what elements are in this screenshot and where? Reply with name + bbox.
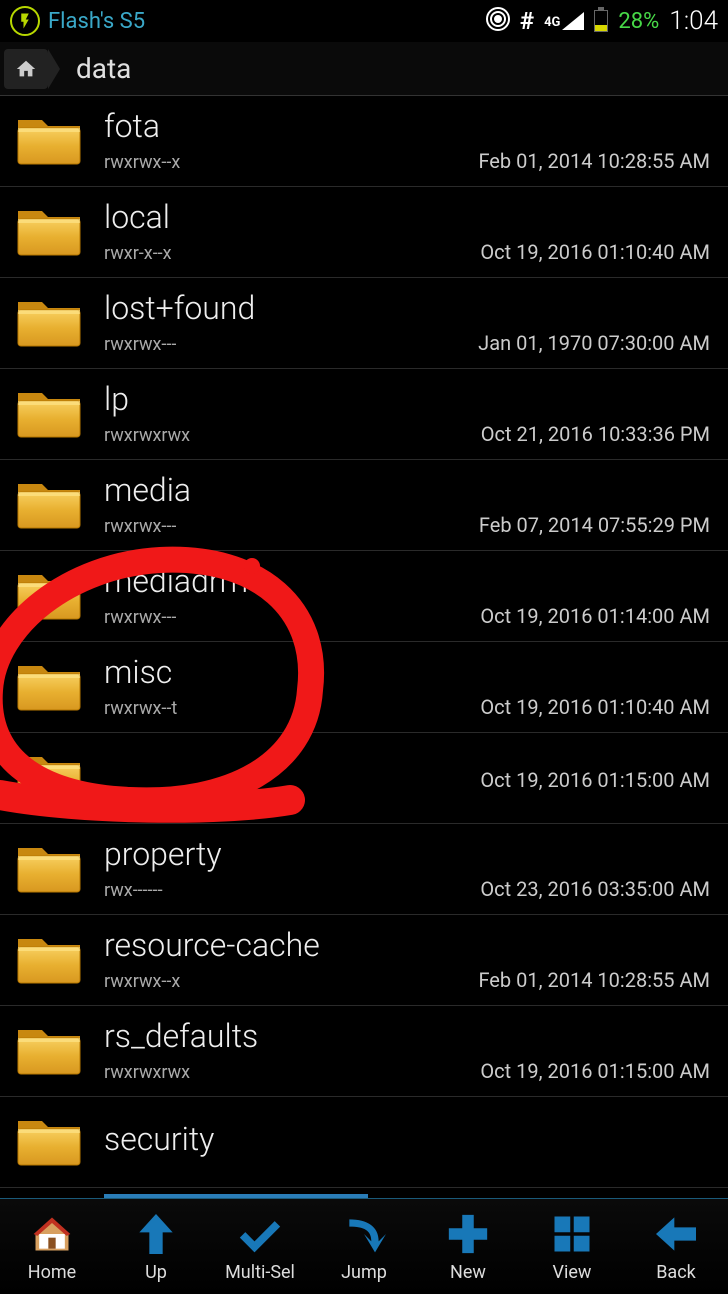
multisel-button[interactable]: Multi-Sel <box>208 1199 312 1294</box>
breadcrumb-home[interactable] <box>4 49 48 89</box>
file-name: local <box>104 200 710 235</box>
file-name: media <box>104 473 710 508</box>
home-button[interactable]: Home <box>0 1199 104 1294</box>
jump-label: Jump <box>341 1262 387 1283</box>
bottom-toolbar: Home Up Multi-Sel Jump New View Back <box>0 1198 728 1294</box>
file-date: Feb 01, 2014 10:28:55 AM <box>478 968 710 992</box>
file-row[interactable]: media rwxrwx--- Feb 07, 2014 07:55:29 PM <box>0 460 728 551</box>
file-name: lp <box>104 382 710 417</box>
file-permissions: rwxrwx--- <box>104 607 176 628</box>
up-button[interactable]: Up <box>104 1199 208 1294</box>
status-bar: Flash's S5 # 4G 28% 1:04 <box>0 0 728 42</box>
plus-icon <box>444 1210 492 1258</box>
folder-icon <box>14 478 84 532</box>
battery-percent: 28% <box>618 9 659 34</box>
new-label: New <box>450 1262 486 1283</box>
file-date: Oct 19, 2016 01:10:40 AM <box>480 695 710 719</box>
view-label: View <box>553 1262 592 1283</box>
folder-icon <box>14 205 84 259</box>
file-date: Jan 01, 1970 07:30:00 AM <box>478 331 710 355</box>
folder-icon <box>14 842 84 896</box>
file-date: Oct 19, 2016 01:14:00 AM <box>480 604 710 628</box>
folder-icon <box>14 933 84 987</box>
file-name: resource-cache <box>104 928 710 963</box>
folder-icon <box>14 296 84 350</box>
folder-icon <box>14 1024 84 1078</box>
file-date: Oct 23, 2016 03:35:00 AM <box>480 877 710 901</box>
view-button[interactable]: View <box>520 1199 624 1294</box>
folder-icon <box>14 660 84 714</box>
file-row[interactable]: lost+found rwxrwx--- Jan 01, 1970 07:30:… <box>0 278 728 369</box>
file-date: Feb 07, 2014 07:55:29 PM <box>479 513 710 537</box>
file-permissions: rwxrwxrwx <box>104 1062 190 1083</box>
file-name: misc <box>104 655 710 690</box>
file-permissions: rwxrwx--x <box>104 152 180 173</box>
up-arrow-icon <box>132 1210 180 1258</box>
file-permissions: rwxr-x--x <box>104 243 172 264</box>
root-hash-icon: # <box>520 7 534 35</box>
file-name: property <box>104 837 710 872</box>
up-label: Up <box>145 1262 167 1283</box>
status-clock: 1:04 <box>669 6 718 36</box>
file-name: lost+found <box>104 291 710 326</box>
back-label: Back <box>656 1262 696 1283</box>
breadcrumb-path[interactable]: data <box>76 52 131 85</box>
home-icon <box>28 1210 76 1258</box>
device-name: Flash's S5 <box>48 9 145 34</box>
file-name: mediadrm <box>104 564 710 599</box>
folder-icon <box>14 569 84 623</box>
file-permissions: rwxrwx--x <box>104 971 180 992</box>
file-row[interactable]: property rwx------ Oct 23, 2016 03:35:00… <box>0 824 728 915</box>
file-date: Feb 01, 2014 10:28:55 AM <box>478 149 710 173</box>
file-permissions: rwxrwx--- <box>104 516 176 537</box>
file-name: security <box>104 1122 710 1157</box>
network-4g: 4G <box>544 15 560 30</box>
home-label: Home <box>28 1262 76 1283</box>
progress-indicator <box>104 1194 368 1198</box>
back-button[interactable]: Back <box>624 1199 728 1294</box>
file-row[interactable]: rs_defaults rwxrwxrwx Oct 19, 2016 01:15… <box>0 1006 728 1097</box>
file-name: rs_defaults <box>104 1019 710 1054</box>
jump-button[interactable]: Jump <box>312 1199 416 1294</box>
grid-icon <box>548 1210 596 1258</box>
file-permissions: rwxrwxrwx <box>104 425 190 446</box>
file-row[interactable]: fota rwxrwx--x Feb 01, 2014 10:28:55 AM <box>0 96 728 187</box>
file-row[interactable]: resource-cache rwxrwx--x Feb 01, 2014 10… <box>0 915 728 1006</box>
file-date: Oct 19, 2016 01:15:00 AM <box>480 768 710 792</box>
file-row[interactable]: security <box>0 1097 728 1188</box>
file-permissions: rwxrwx--- <box>104 334 176 355</box>
file-row[interactable]: misc rwxrwx--t Oct 19, 2016 01:10:40 AM <box>0 642 728 733</box>
breadcrumb[interactable]: data <box>0 42 728 96</box>
file-date: Oct 19, 2016 01:10:40 AM <box>480 240 710 264</box>
file-date: Oct 21, 2016 10:33:36 PM <box>481 422 710 446</box>
file-row[interactable]: Oct 19, 2016 01:15:00 AM <box>0 733 728 824</box>
battery-icon <box>594 10 608 32</box>
file-name: fota <box>104 109 710 144</box>
flash-icon <box>10 6 40 36</box>
jump-icon <box>340 1210 388 1258</box>
file-row[interactable]: lp rwxrwxrwx Oct 21, 2016 10:33:36 PM <box>0 369 728 460</box>
file-permissions: rwx------ <box>104 880 163 901</box>
multisel-label: Multi-Sel <box>225 1262 295 1283</box>
file-list: fota rwxrwx--x Feb 01, 2014 10:28:55 AM … <box>0 96 728 1188</box>
hotspot-icon <box>486 7 510 36</box>
folder-icon <box>14 751 84 805</box>
back-arrow-icon <box>652 1210 700 1258</box>
file-permissions: rwxrwx--t <box>104 698 177 719</box>
folder-icon <box>14 114 84 168</box>
new-button[interactable]: New <box>416 1199 520 1294</box>
folder-icon <box>14 1115 84 1169</box>
folder-icon <box>14 387 84 441</box>
check-icon <box>236 1210 284 1258</box>
file-row[interactable]: mediadrm rwxrwx--- Oct 19, 2016 01:14:00… <box>0 551 728 642</box>
file-row[interactable]: local rwxr-x--x Oct 19, 2016 01:10:40 AM <box>0 187 728 278</box>
signal-icon <box>562 12 584 30</box>
file-date: Oct 19, 2016 01:15:00 AM <box>480 1059 710 1083</box>
